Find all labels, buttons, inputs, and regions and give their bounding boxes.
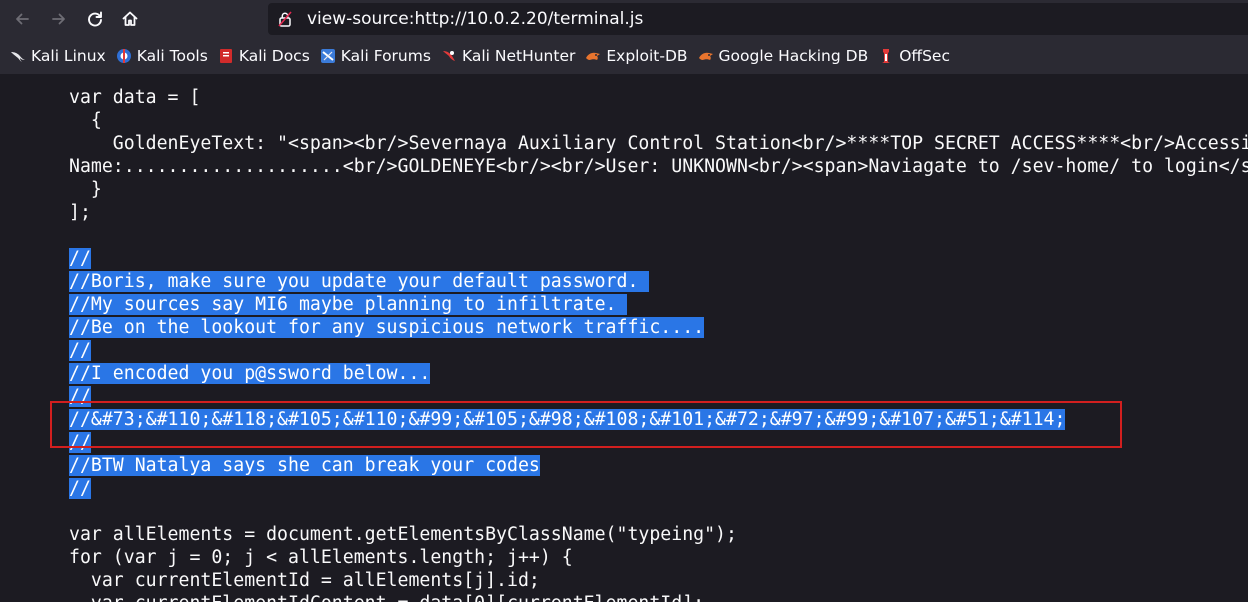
arrow-right-icon xyxy=(52,13,65,25)
code-text: GoldenEyeText: "<span><br/>Severnaya Aux… xyxy=(112,133,1248,154)
arrow-left-icon xyxy=(16,13,29,25)
kali-forums-icon xyxy=(320,48,336,64)
bookmark-label: Kali NetHunter xyxy=(461,47,576,65)
source-line: var currentElementId = allElements[j].id… xyxy=(69,569,540,592)
source-line: //Boris, make sure you update your defau… xyxy=(69,270,650,293)
insecure-lock-icon[interactable] xyxy=(277,11,293,27)
code-text: ]; xyxy=(69,202,91,223)
bookmark-kali-docs[interactable]: Kali Docs xyxy=(218,47,310,65)
selected-code-text: //&#73;&#110;&#118;&#105;&#110;&#99;&#10… xyxy=(69,409,1066,430)
code-text: } xyxy=(69,179,102,200)
code-text: var currentElementIdContent = data[0][cu… xyxy=(69,593,704,602)
offsec-icon xyxy=(878,48,894,64)
code-text: var allElements = document.getElementsBy… xyxy=(69,524,737,545)
code-text: for (var j = 0; j < allElements.length; … xyxy=(69,547,573,568)
source-line: var currentElementIdContent = data[0][cu… xyxy=(69,592,704,602)
code-text: Name:....................<br/>GOLDENEYE<… xyxy=(69,156,1248,177)
bookmark-google-hacking-db[interactable]: Google Hacking DB xyxy=(698,47,869,65)
bookmark-label: Kali Tools xyxy=(136,47,208,65)
bookmark-kali-linux[interactable]: Kali Linux xyxy=(10,47,106,65)
source-line: // xyxy=(69,247,91,270)
source-line: // xyxy=(69,431,91,454)
reload-icon xyxy=(88,11,102,27)
bookmark-label: Kali Forums xyxy=(340,47,431,65)
source-line: for (var j = 0; j < allElements.length; … xyxy=(69,546,573,569)
code-text: { xyxy=(69,110,102,131)
selected-code-text: //I encoded you p@ssword below... xyxy=(69,363,431,384)
source-line: //BTW Natalya says she can break your co… xyxy=(69,454,540,477)
bookmark-label: Kali Docs xyxy=(238,47,310,65)
code-text: var currentElementId = allElements[j].id… xyxy=(69,570,540,591)
selected-code-text: // xyxy=(69,340,91,361)
bookmarks-toolbar: Kali Linux Kali Tools Kali Docs Kali For… xyxy=(0,38,1248,74)
navigation-toolbar: view-source:http://10.0.2.20/terminal.js xyxy=(0,0,1248,38)
home-button[interactable] xyxy=(115,4,145,34)
exploit-db-icon xyxy=(585,48,601,64)
home-icon xyxy=(122,11,138,26)
selected-code-text: // xyxy=(69,432,91,453)
bookmark-label: Exploit-DB xyxy=(606,47,688,65)
url-bar[interactable]: view-source:http://10.0.2.20/terminal.js xyxy=(268,3,1248,35)
code-text: var data = [ xyxy=(69,87,201,108)
source-code-view[interactable]: var data = [ { GoldenEyeText: "<span><br… xyxy=(0,74,1248,602)
forward-button[interactable] xyxy=(44,4,74,34)
source-line: { xyxy=(69,109,102,132)
source-line: //Be on the lookout for any suspicious n… xyxy=(69,316,705,339)
source-line: // xyxy=(69,477,91,500)
source-line: // xyxy=(69,339,91,362)
selected-code-text: // xyxy=(69,386,91,407)
selected-code-text: // xyxy=(69,248,91,269)
selected-code-text: // xyxy=(69,478,91,499)
source-line: // xyxy=(69,385,91,408)
source-line: var data = [ xyxy=(69,86,200,109)
url-text[interactable]: view-source:http://10.0.2.20/terminal.js xyxy=(307,9,643,29)
selected-code-text: //Boris, make sure you update your defau… xyxy=(69,271,650,292)
back-button[interactable] xyxy=(7,4,37,34)
source-line: Name:....................<br/>GOLDENEYE<… xyxy=(69,155,1248,178)
kali-nethunter-icon xyxy=(441,48,457,64)
source-line: //I encoded you p@ssword below... xyxy=(69,362,431,385)
source-line: } xyxy=(69,178,102,201)
bookmark-kali-nethunter[interactable]: Kali NetHunter xyxy=(441,47,575,65)
bookmark-kali-forums[interactable]: Kali Forums xyxy=(320,47,431,65)
kali-dragon-icon xyxy=(10,48,26,64)
source-line: ]; xyxy=(69,201,91,224)
bookmark-label: OffSec xyxy=(899,47,950,65)
bookmark-offsec[interactable]: OffSec xyxy=(878,47,950,65)
bookmark-kali-tools[interactable]: Kali Tools xyxy=(116,47,208,65)
source-line: //&#73;&#110;&#118;&#105;&#110;&#99;&#10… xyxy=(69,408,1066,431)
selected-code-text: //BTW Natalya says she can break your co… xyxy=(69,455,540,476)
bookmark-exploit-db[interactable]: Exploit-DB xyxy=(585,47,688,65)
ghdb-icon xyxy=(698,48,714,64)
bookmark-label: Google Hacking DB xyxy=(718,47,869,65)
bookmark-label: Kali Linux xyxy=(31,47,106,65)
reload-button[interactable] xyxy=(80,4,110,34)
source-line: var allElements = document.getElementsBy… xyxy=(69,523,737,546)
source-line: GoldenEyeText: "<span><br/>Severnaya Aux… xyxy=(69,132,1248,155)
kali-tools-icon xyxy=(116,48,132,64)
source-line: //My sources say MI6 maybe planning to i… xyxy=(69,293,628,316)
selected-code-text: //My sources say MI6 maybe planning to i… xyxy=(69,294,628,315)
selected-code-text: //Be on the lookout for any suspicious n… xyxy=(69,317,705,338)
kali-docs-icon xyxy=(218,48,234,64)
